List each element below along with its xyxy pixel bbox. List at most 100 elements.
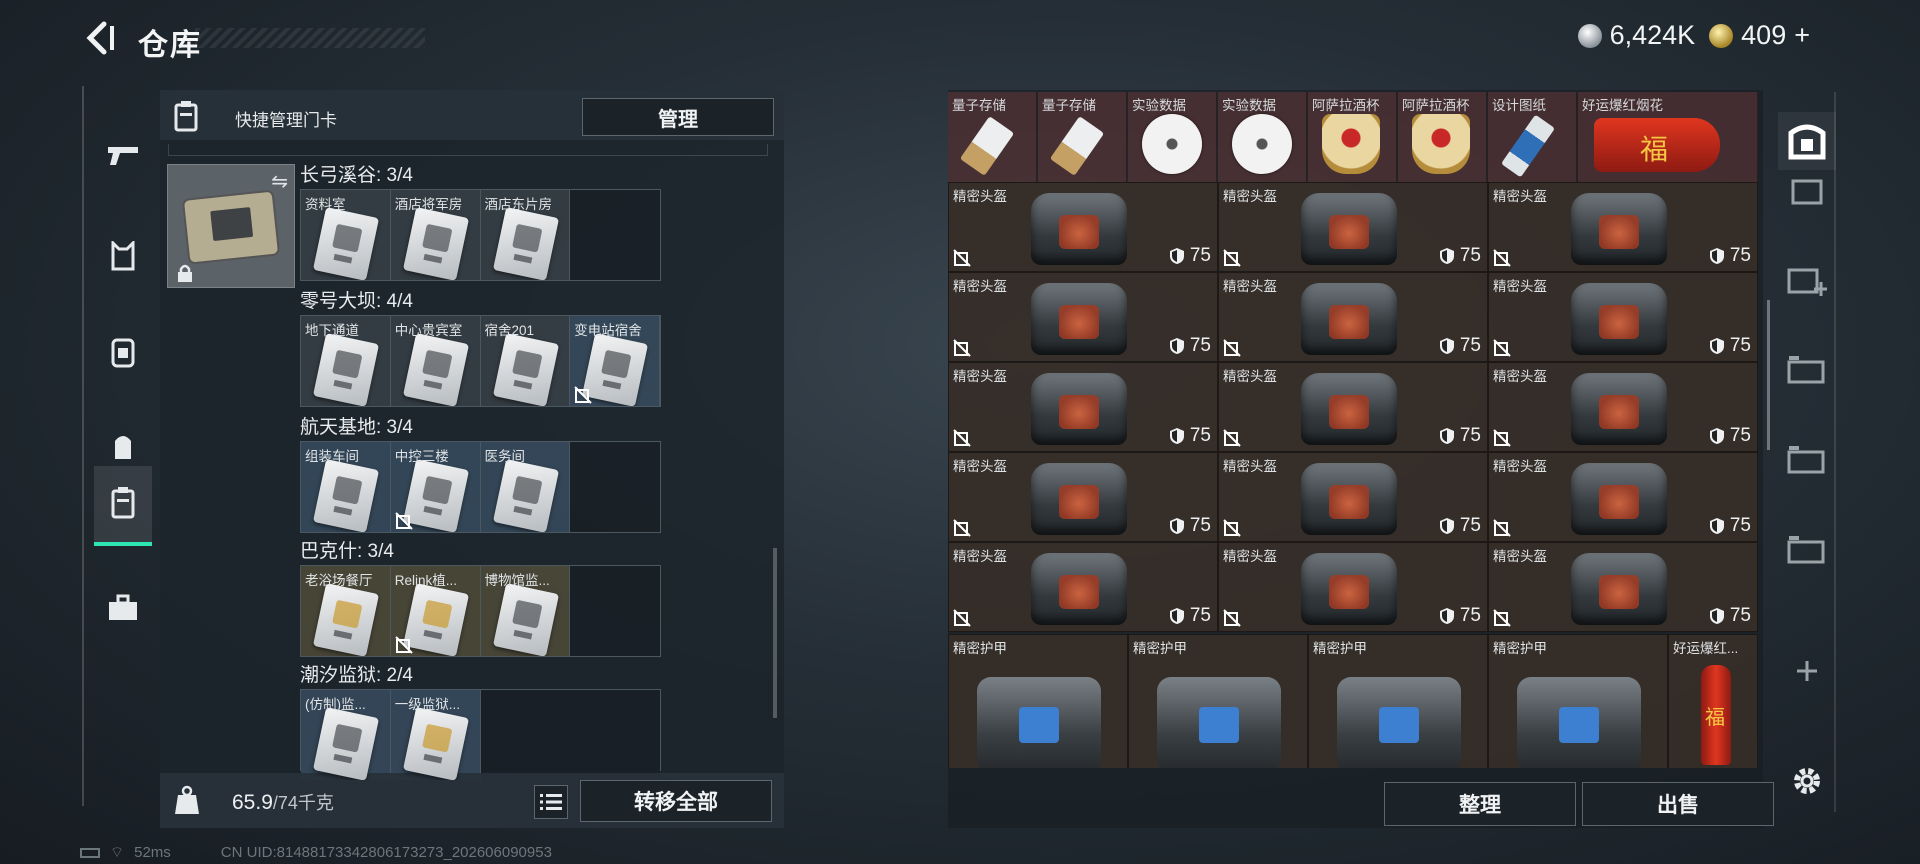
keycard-slot[interactable]: (仿制)监... (301, 690, 391, 780)
armor-image (977, 677, 1101, 768)
empty-keycard-slot[interactable] (570, 566, 660, 656)
quantum-storage-image (959, 116, 1015, 176)
map-group-title: 航天基地: 3/4 (300, 417, 413, 438)
helmet-item-cell[interactable]: 精密头盔 75 (948, 272, 1218, 362)
durability-shield-icon (1169, 428, 1184, 444)
helmet-item-cell[interactable]: 精密头盔 75 (948, 362, 1218, 452)
keycard-slot[interactable]: Relink植... (390, 566, 481, 656)
helmet-item-cell[interactable]: 精密头盔 75 (948, 452, 1218, 542)
keycard-slot[interactable]: 一级监狱... (390, 690, 481, 780)
keycard-slot[interactable]: 宿舍201 (480, 316, 571, 406)
item-cell[interactable]: 量子存储 (1038, 92, 1127, 182)
keycard-label: 博物馆监... (484, 573, 550, 588)
keycard-slot[interactable]: 资料室 (301, 190, 391, 280)
durability-readout: 75 (1709, 425, 1751, 447)
helmet-item-cell[interactable]: 精密头盔 75 (1488, 362, 1758, 452)
manage-button[interactable]: 管理 (582, 98, 774, 136)
empty-keycard-slot[interactable] (570, 190, 660, 280)
item-label: 精密头盔 (953, 189, 1007, 204)
helmet-item-cell[interactable]: 精密头盔 75 (1488, 452, 1758, 542)
keycard-slot[interactable]: 中心贵宾室 (390, 316, 481, 406)
tab-safe-box[interactable] (1778, 112, 1836, 170)
keycard-slot[interactable]: 中控三楼 (390, 442, 481, 532)
keycard-slot[interactable]: 博物馆监... (480, 566, 571, 656)
helmet-item-cell[interactable]: 精密头盔 75 (948, 182, 1218, 272)
gold-currency[interactable]: 409 + (1709, 20, 1810, 51)
tab-storage-3[interactable] (1778, 432, 1836, 490)
item-cell[interactable]: 好运爆红... (1668, 634, 1758, 768)
helmet-item-cell[interactable]: 精密头盔 75 (1218, 542, 1488, 632)
item-cell[interactable]: 设计图纸 (1488, 92, 1577, 182)
helmet-image (1031, 283, 1127, 355)
add-storage-tab-button[interactable] (1778, 642, 1836, 700)
empty-keycard-slot[interactable] (570, 442, 660, 532)
scrollbar[interactable] (1767, 300, 1770, 450)
scrollbar[interactable] (773, 548, 777, 718)
keycard-holder-slot[interactable]: ⇋ (167, 164, 295, 288)
currency-bar: 6,424K 409 + (1577, 20, 1810, 51)
keycard-slot[interactable]: 酒店东片房 (480, 190, 571, 280)
item-label: 精密护甲 (1493, 641, 1547, 656)
nav-weapons[interactable] (94, 116, 152, 196)
list-view-button[interactable] (534, 785, 568, 819)
helmet-item-cell[interactable]: 精密头盔 75 (1218, 272, 1488, 362)
armor-image (1157, 677, 1281, 768)
keycard-slot[interactable]: 酒店将军房 (390, 190, 481, 280)
keycard-label: 医务间 (484, 449, 526, 464)
helmet-item-cell[interactable]: 精密头盔 75 (1218, 182, 1488, 272)
item-cell[interactable]: 量子存储 (948, 92, 1037, 182)
title-decoration (195, 28, 425, 48)
tab-storage-1[interactable] (1778, 174, 1836, 210)
item-label: 实验数据 (1222, 98, 1276, 113)
transfer-all-button[interactable]: 转移全部 (580, 780, 772, 822)
nav-toolbox[interactable] (94, 568, 152, 648)
helmet-item-cell[interactable]: 精密头盔 75 (1488, 272, 1758, 362)
item-cell[interactable]: 实验数据 (1128, 92, 1217, 182)
helmet-item-cell[interactable]: 精密头盔 75 (1218, 452, 1488, 542)
helmet-item-cell[interactable]: 精密头盔 75 (1488, 182, 1758, 272)
settings-button[interactable] (1778, 752, 1836, 810)
tab-storage-4[interactable] (1778, 522, 1836, 580)
helmet-item-cell[interactable]: 精密头盔 75 (1218, 362, 1488, 452)
item-cell[interactable]: 阿萨拉酒杯 (1308, 92, 1397, 182)
no-trade-icon (1223, 429, 1241, 447)
keycard-label: Relink植... (394, 573, 458, 588)
item-cell[interactable]: 好运爆红烟花 (1578, 92, 1758, 182)
keycard-slot[interactable]: 医务间 (480, 442, 571, 532)
item-cell[interactable]: 精密护甲 (1488, 634, 1668, 768)
panel-footer: 65.9/74千克 转移全部 (160, 773, 784, 828)
nav-keycards[interactable] (94, 466, 152, 546)
durability-value: 75 (1459, 605, 1481, 626)
keycard-management-panel: 快捷管理门卡 管理 ⇋ 长弓溪谷: 3/4 资料室 酒店将军房 酒店东片房 零号… (160, 90, 784, 828)
item-cell[interactable]: 精密护甲 (1128, 634, 1308, 768)
quantum-storage-image (1049, 116, 1105, 176)
gold-coin-icon (1709, 23, 1734, 48)
durability-shield-icon (1439, 608, 1454, 624)
back-button[interactable] (80, 18, 120, 58)
empty-keycard-slot[interactable] (570, 690, 660, 780)
item-cell[interactable]: 实验数据 (1218, 92, 1307, 182)
add-icon (1797, 661, 1817, 681)
nav-armor[interactable] (94, 216, 152, 296)
back-arrow-icon (86, 21, 114, 55)
sell-button[interactable]: 出售 (1582, 782, 1774, 826)
add-gold-button[interactable]: + (1794, 20, 1810, 51)
keycard-slot[interactable]: 组装车间 (301, 442, 391, 532)
keycard-slot[interactable]: 老浴场餐厅 (301, 566, 391, 656)
nav-chest-rig[interactable] (94, 312, 152, 392)
no-trade-icon (953, 609, 971, 627)
helmet-item-cell[interactable]: 精密头盔 75 (1488, 542, 1758, 632)
item-cell[interactable]: 精密护甲 (948, 634, 1128, 768)
empty-keycard-slot[interactable] (480, 690, 571, 780)
durability-value: 75 (1729, 605, 1751, 626)
tab-storage-add[interactable] (1778, 252, 1836, 310)
helmet-item-cell[interactable]: 精密头盔 75 (948, 542, 1218, 632)
item-label: 阿萨拉酒杯 (1402, 98, 1470, 113)
chest-rig-icon (111, 338, 135, 368)
item-cell[interactable]: 阿萨拉酒杯 (1398, 92, 1487, 182)
keycard-slot[interactable]: 变电站宿舍 (570, 316, 660, 406)
tab-storage-2[interactable] (1778, 342, 1836, 400)
item-cell[interactable]: 精密护甲 (1308, 634, 1488, 768)
keycard-slot[interactable]: 地下通道 (301, 316, 391, 406)
sort-button[interactable]: 整理 (1384, 782, 1576, 826)
